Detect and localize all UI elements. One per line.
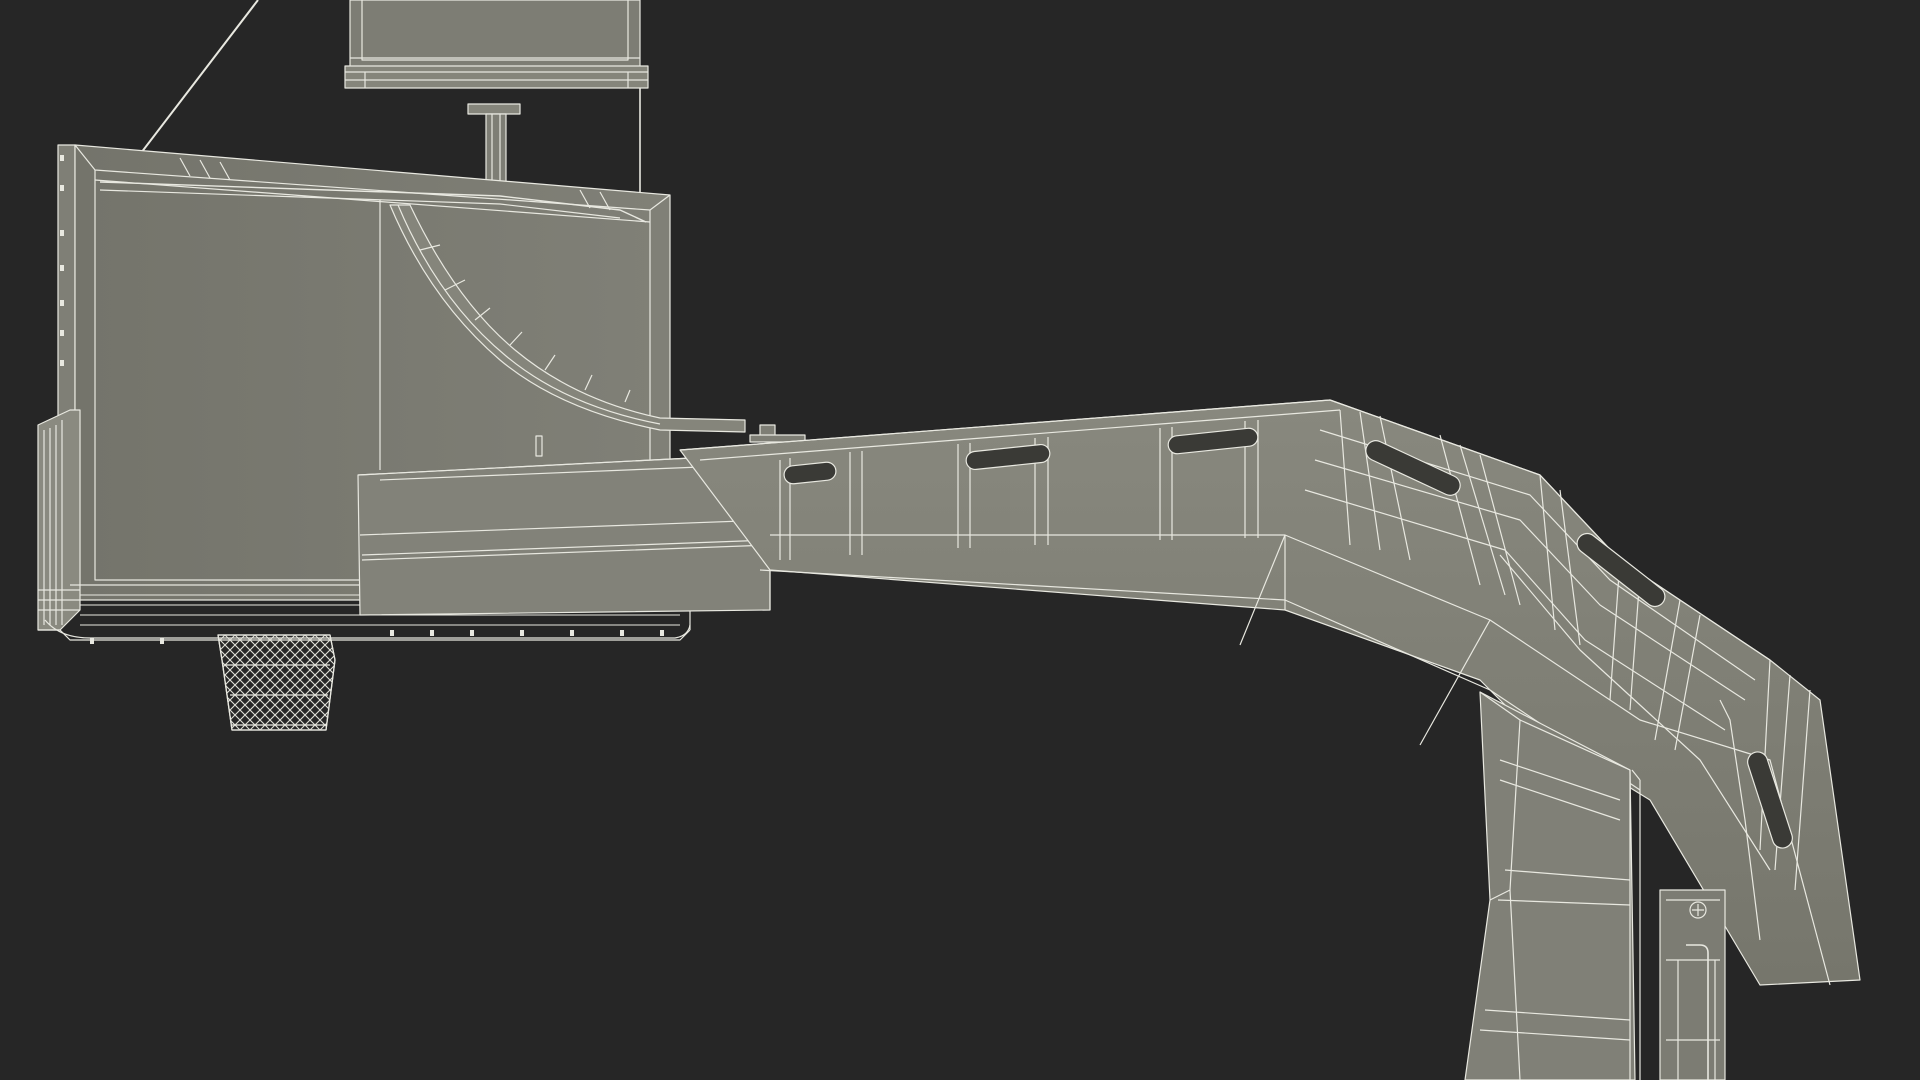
- base-bracket: [1659, 889, 1726, 1080]
- render-viewport: [0, 0, 1920, 1080]
- wireframe-lines: [37, 0, 1861, 1080]
- underboard-bolts: [90, 630, 664, 644]
- suspension-cable: [127, 0, 259, 171]
- basketball-hoop-wireframe-render: [37, 0, 1861, 1080]
- basketball-net: [217, 634, 336, 731]
- overhead-display: [344, 0, 649, 89]
